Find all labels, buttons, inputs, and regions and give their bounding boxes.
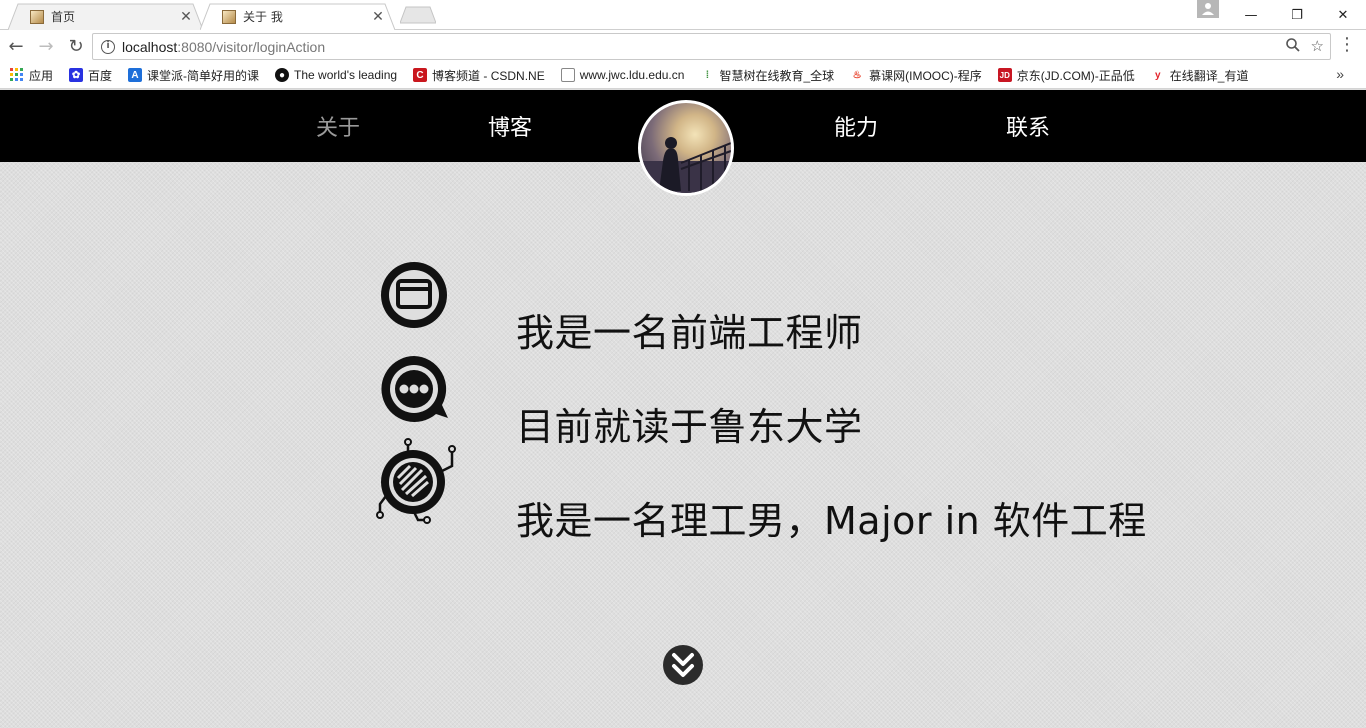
minimize-icon[interactable]: —	[1228, 0, 1274, 30]
bookmark-label: 博客频道 - CSDN.NE	[432, 68, 545, 83]
close-window-icon[interactable]: ✕	[1320, 0, 1366, 30]
browser-toolbar: ← → ↻ i localhost:8080/visitor/loginActi…	[0, 30, 1366, 62]
menu-kebab-icon[interactable]: ⋮	[1338, 36, 1356, 54]
nav-item-contact[interactable]: 联系	[1006, 110, 1050, 142]
jd-icon: JD	[997, 68, 1012, 82]
new-tab-button[interactable]	[400, 6, 436, 24]
tab-title: 关于 我	[243, 10, 283, 24]
back-arrow-icon[interactable]: ←	[2, 32, 30, 60]
bookmark-label: 智慧树在线教育_全球	[719, 68, 835, 83]
bookmark-imooc[interactable]: ♨ 慕课网(IMOOC)-程序	[850, 67, 982, 84]
page-favicon-icon	[222, 9, 236, 24]
chat-bubble-icon	[381, 356, 448, 422]
zhihuishu-icon: ⁞	[705, 69, 710, 81]
bookmark-label: 课堂派-简单好用的课	[147, 68, 260, 83]
tab-home[interactable]: 首页 ✕	[8, 3, 203, 30]
nav-item-blog[interactable]: 博客	[488, 110, 532, 142]
about-line-frontend: 我是一名前端工程师	[516, 311, 863, 355]
close-icon[interactable]: ✕	[179, 10, 193, 24]
bookmark-baidu[interactable]: ✿ 百度	[69, 67, 112, 84]
bookmark-jd[interactable]: JD 京东(JD.COM)-正品低	[997, 67, 1135, 84]
url-path: :8080/visitor/loginAction	[177, 38, 326, 55]
bookmark-label: 京东(JD.COM)-正品低	[1016, 68, 1135, 83]
bookmark-ketangpai[interactable]: A 课堂派-简单好用的课	[128, 67, 259, 84]
avatar[interactable]	[638, 100, 734, 196]
restore-icon[interactable]: ❐	[1274, 0, 1320, 30]
csdn-icon: C	[413, 68, 428, 82]
about-section: 我是一名前端工程师 目前就读于鲁东大学 我是一名理工男，Major in 软件工…	[0, 162, 1366, 728]
bookmark-label: The world's leading	[294, 68, 398, 82]
profile-icon[interactable]	[1197, 0, 1219, 18]
url-host: localhost	[122, 38, 178, 55]
github-icon: ●	[275, 68, 290, 82]
about-line-major: 我是一名理工男，Major in 软件工程	[516, 499, 1147, 543]
info-icon[interactable]: i	[101, 39, 115, 54]
bookmark-jwc[interactable]: www.jwc.ldu.edu.cn	[560, 68, 685, 82]
bookmark-label: 百度	[88, 68, 113, 83]
nav-item-skills[interactable]: 能力	[834, 110, 878, 142]
baidu-icon: ✿	[69, 68, 84, 82]
bookmark-youdao[interactable]: y 在线翻译_有道	[1151, 67, 1249, 84]
bookmark-apps[interactable]: 应用	[10, 67, 53, 84]
page-icon	[560, 68, 575, 82]
browser-tab-strip: 首页 ✕ 关于 我 ✕ — ❐ ✕	[0, 0, 1366, 30]
window-controls: — ❐ ✕	[1228, 0, 1366, 30]
circuit-chip-icon	[376, 438, 456, 524]
close-icon[interactable]: ✕	[371, 10, 385, 24]
tab-about[interactable]: 关于 我 ✕	[200, 3, 395, 30]
forward-arrow-icon[interactable]: →	[32, 32, 60, 60]
bookmark-label: 在线翻译_有道	[1169, 68, 1249, 83]
about-line-school: 目前就读于鲁东大学	[516, 405, 863, 449]
bookmarks-overflow-icon[interactable]: »	[1336, 66, 1344, 82]
bookmark-star-icon[interactable]: ☆	[1311, 37, 1324, 55]
reload-icon[interactable]: ↻	[62, 32, 90, 60]
bookmark-github[interactable]: ● The world's leading	[275, 68, 397, 82]
apps-grid-icon	[10, 68, 24, 82]
nav-item-about[interactable]: 关于	[316, 110, 360, 142]
bookmark-label: www.jwc.ldu.edu.cn	[579, 68, 685, 82]
ketangpai-icon: A	[128, 68, 143, 82]
browser-window-icon	[381, 262, 447, 328]
url-text[interactable]: localhost:8080/visitor/loginAction	[122, 39, 325, 55]
bookmarks-bar: 应用 ✿ 百度 A 课堂派-简单好用的课 ● The world's leadi…	[0, 62, 1366, 89]
scroll-down-chevron-icon[interactable]	[663, 645, 703, 685]
bookmark-label: 慕课网(IMOOC)-程序	[869, 68, 982, 83]
bookmark-zhihuishu[interactable]: ⁞ 智慧树在线教育_全球	[700, 67, 834, 84]
bookmark-label: 应用	[29, 68, 54, 83]
zoom-search-icon[interactable]	[1285, 37, 1301, 53]
youdao-icon: y	[1155, 69, 1161, 81]
imooc-icon: ♨	[852, 69, 862, 81]
tab-title: 首页	[51, 10, 76, 24]
address-bar[interactable]: i localhost:8080/visitor/loginAction ☆	[92, 33, 1331, 60]
page-favicon-icon	[30, 9, 44, 24]
bookmark-csdn[interactable]: C 博客频道 - CSDN.NE	[413, 67, 545, 84]
